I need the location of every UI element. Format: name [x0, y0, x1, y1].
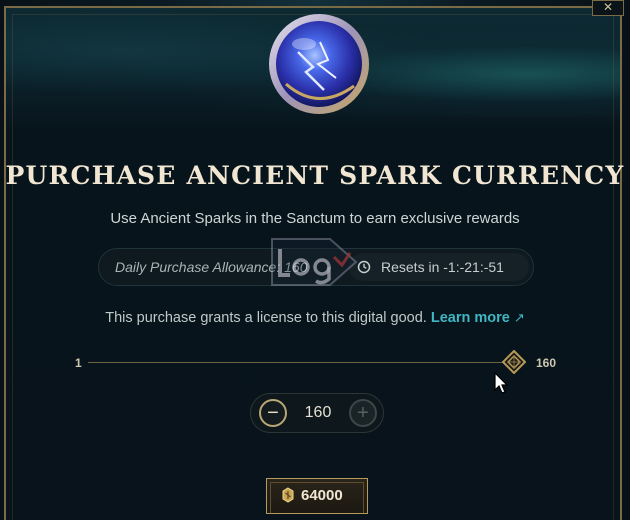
slider-max-label: 160	[536, 356, 557, 370]
close-button[interactable]: ✕	[592, 0, 624, 16]
purchase-button[interactable]: 64000	[266, 478, 368, 514]
quantity-stepper: − 160 +	[250, 393, 384, 433]
license-notice: This purchase grants a license to this d…	[0, 310, 630, 326]
dialog-subtitle: Use Ancient Sparks in the Sanctum to ear…	[110, 210, 520, 227]
quantity-slider-track[interactable]	[88, 362, 513, 363]
watermark-logo	[271, 238, 358, 286]
external-link-icon[interactable]: ↗	[514, 310, 525, 325]
license-text: This purchase grants a license to this d…	[105, 310, 431, 326]
ancient-spark-orb-icon	[269, 14, 369, 114]
decrement-button[interactable]: −	[259, 399, 287, 427]
purchase-price: 64000	[301, 487, 343, 504]
slider-handle-icon[interactable]	[502, 350, 526, 374]
increment-button[interactable]: +	[349, 399, 377, 427]
reset-timer-text: Resets in -1:-21:-51	[381, 259, 504, 275]
quantity-value[interactable]: 160	[291, 404, 345, 422]
cursor-icon	[494, 372, 509, 394]
slider-min-label: 1	[75, 356, 82, 370]
dialog-title: PURCHASE ANCIENT SPARK CURRENCY	[5, 161, 625, 190]
coin-icon	[282, 487, 294, 503]
learn-more-link[interactable]: Learn more	[431, 310, 510, 326]
allowance-label: Daily Purchase Allowance:	[115, 259, 285, 275]
